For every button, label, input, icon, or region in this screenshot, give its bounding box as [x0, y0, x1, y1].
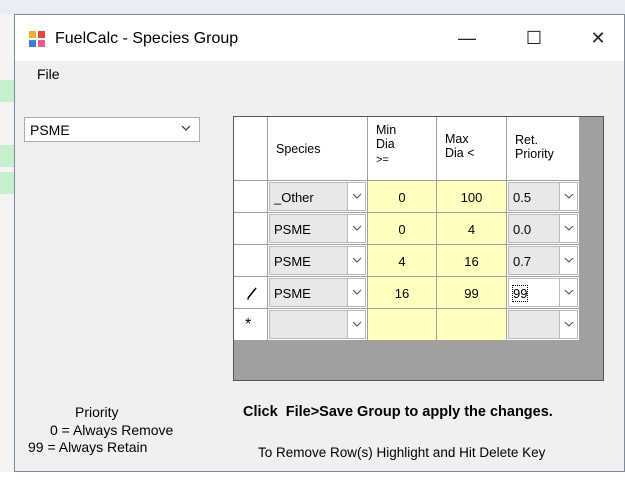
row-header[interactable]: [234, 213, 268, 245]
minimize-icon: —: [458, 27, 476, 48]
column-header-min-dia[interactable]: Min Dia >=: [368, 117, 437, 181]
new-row-header[interactable]: *: [234, 309, 268, 341]
chevron-down-icon[interactable]: [559, 247, 577, 274]
chevron-down-icon[interactable]: [559, 279, 577, 306]
new-row-asterisk-icon: *: [245, 316, 252, 333]
grid-corner-header: [234, 117, 268, 181]
species-cell-select[interactable]: PSME: [268, 213, 368, 245]
max-dia-cell[interactable]: 99: [437, 277, 507, 309]
min-dia-cell[interactable]: 0: [368, 181, 437, 213]
menu-file[interactable]: File: [37, 66, 60, 82]
background-header-strip: [0, 0, 625, 15]
chevron-down-icon[interactable]: [559, 215, 577, 242]
species-cell-select[interactable]: PSME: [268, 277, 368, 309]
new-max-dia-cell[interactable]: [437, 309, 507, 341]
priority-legend-title: Priority: [75, 404, 119, 420]
title-bar[interactable]: FuelCalc - Species Group — ☐ ✕: [15, 15, 624, 61]
species-grid[interactable]: Species Min Dia >= Max Dia < Ret. Priori…: [233, 116, 604, 381]
close-button[interactable]: ✕: [575, 15, 621, 61]
background-green-cell: [0, 80, 14, 102]
column-header-max-dia[interactable]: Max Dia <: [437, 117, 507, 181]
species-select[interactable]: PSME: [24, 117, 200, 142]
background-bottom: [0, 472, 625, 487]
background-green-cell: [0, 145, 14, 167]
priority-cell-select-active[interactable]: 99: [507, 277, 580, 309]
chevron-down-icon: [181, 125, 191, 131]
priority-cell-select[interactable]: 0.7: [507, 245, 580, 277]
row-header-editing[interactable]: [234, 277, 268, 309]
app-icon: [29, 31, 45, 47]
min-dia-cell[interactable]: 16: [368, 277, 437, 309]
chevron-down-icon[interactable]: [347, 279, 365, 306]
species-cell-select[interactable]: _Other: [268, 181, 368, 213]
min-dia-cell[interactable]: 0: [368, 213, 437, 245]
maximize-icon: ☐: [525, 27, 543, 48]
max-dia-cell[interactable]: 4: [437, 213, 507, 245]
priority-cell-select[interactable]: 0.5: [507, 181, 580, 213]
chevron-down-icon[interactable]: [347, 247, 365, 274]
species-cell-select[interactable]: PSME: [268, 245, 368, 277]
min-dia-cell[interactable]: 4: [368, 245, 437, 277]
remove-instruction: To Remove Row(s) Highlight and Hit Delet…: [258, 445, 546, 460]
max-dia-cell[interactable]: 16: [437, 245, 507, 277]
save-instruction: Click File>Save Group to apply the chang…: [243, 404, 553, 420]
row-header[interactable]: [234, 181, 268, 213]
pencil-icon: [247, 287, 257, 300]
maximize-button[interactable]: ☐: [511, 15, 557, 61]
chevron-down-icon[interactable]: [559, 311, 577, 338]
new-min-dia-cell[interactable]: [368, 309, 437, 341]
column-header-species[interactable]: Species: [268, 117, 368, 181]
new-priority-cell-select[interactable]: [507, 309, 580, 341]
priority-cell-select[interactable]: 0.0: [507, 213, 580, 245]
chevron-down-icon[interactable]: [347, 183, 365, 210]
new-species-cell-select[interactable]: [268, 309, 368, 341]
max-dia-cell[interactable]: 100: [437, 181, 507, 213]
minimize-button[interactable]: —: [444, 15, 490, 61]
priority-legend-retain: 99 = Always Retain: [28, 439, 148, 455]
column-header-ret-priority[interactable]: Ret. Priority: [507, 117, 580, 181]
chevron-down-icon[interactable]: [347, 215, 365, 242]
background-green-cell: [0, 172, 14, 194]
priority-legend-remove: 0 = Always Remove: [50, 422, 174, 438]
chevron-down-icon[interactable]: [347, 311, 365, 338]
row-header[interactable]: [234, 245, 268, 277]
window-title: FuelCalc - Species Group: [55, 30, 239, 47]
chevron-down-icon[interactable]: [559, 183, 577, 210]
species-group-window: FuelCalc - Species Group — ☐ ✕ File PSME…: [14, 14, 625, 472]
species-select-value: PSME: [30, 122, 70, 138]
menu-bar: File: [15, 61, 624, 87]
close-icon: ✕: [590, 27, 606, 48]
